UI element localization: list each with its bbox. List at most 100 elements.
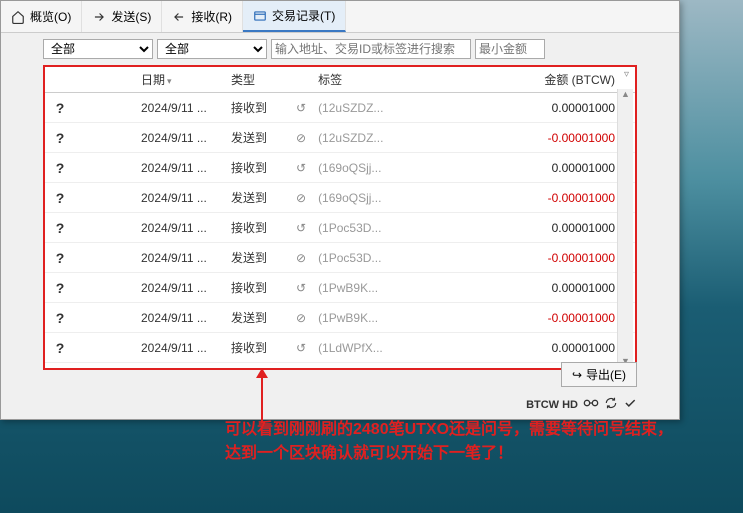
status-icon: ? — [45, 333, 75, 363]
tab-overview-label: 概览(O) — [30, 8, 71, 25]
header-label[interactable]: 标签 — [312, 67, 412, 93]
glasses-icon — [583, 398, 599, 411]
date-filter-select[interactable]: 全部 — [43, 39, 153, 59]
type-cell: 接收到 — [225, 333, 290, 363]
amount-cell: 0.00001000 — [412, 273, 635, 303]
amount-cell: 0.00001000 — [412, 333, 635, 363]
list-icon — [253, 9, 267, 23]
type-cell: 发送到 — [225, 243, 290, 273]
receive-icon — [172, 10, 186, 24]
label-cell: (1LdWPfX... — [312, 363, 412, 371]
home-icon — [11, 10, 25, 24]
empty-cell — [75, 243, 135, 273]
label-cell: (1Poc53D... — [312, 243, 412, 273]
type-cell: 接收到 — [225, 213, 290, 243]
date-cell: 2024/9/11 ... — [135, 123, 225, 153]
date-cell: 2024/9/11 ... — [135, 273, 225, 303]
main-toolbar: 概览(O) 发送(S) 接收(R) 交易记录(T) — [1, 1, 679, 33]
table-row[interactable]: ? 2024/9/11 ...发送到⊘(169oQSjj...-0.0000100… — [45, 183, 635, 213]
transactions-table: 日期▾ 类型 标签 金额 (BTCW)▿ ?2024/9/11 ...接收到↺(… — [45, 67, 635, 370]
header-type[interactable]: 类型 — [225, 67, 290, 93]
wallet-window: 概览(O) 发送(S) 接收(R) 交易记录(T) 全部 全部 — [0, 0, 680, 420]
empty-cell — [75, 273, 135, 303]
label-cell: (1LdWPfX... — [312, 333, 412, 363]
amount-cell: 0.00001000 — [412, 153, 635, 183]
table-row[interactable]: ?2024/9/11 ...发送到⊘(1Poc53D...-0.00001000 — [45, 243, 635, 273]
min-amount-input[interactable] — [475, 39, 545, 59]
table-row[interactable]: ?2024/9/11 ...接收到↺(1Poc53D...0.00001000 — [45, 213, 635, 243]
type-cell: 发送到 — [225, 183, 290, 213]
type-cell: 接收到 — [225, 93, 290, 123]
table-row[interactable]: ?2024/9/11 ...接收到↺(12uSZDZ...0.00001000 — [45, 93, 635, 123]
type-cell: 接收到 — [225, 153, 290, 183]
transactions-table-container: 日期▾ 类型 标签 金额 (BTCW)▿ ?2024/9/11 ...接收到↺(… — [43, 65, 637, 370]
date-cell: 2024/9/11 ... — [135, 303, 225, 333]
status-icon: ? — [45, 213, 75, 243]
amount-cell: -0.00001000 — [412, 243, 635, 273]
status-bar: BTCW HD — [526, 396, 637, 413]
status-icon: ? — [45, 123, 75, 153]
direction-icon: ⊘ — [290, 183, 312, 213]
empty-cell — [75, 153, 135, 183]
export-button[interactable]: ↪ 导出(E) — [561, 362, 637, 387]
direction-icon: ↺ — [290, 93, 312, 123]
label-cell: (1PwB9K... — [312, 273, 412, 303]
empty-cell — [75, 333, 135, 363]
label-cell: (1Poc53D... — [312, 213, 412, 243]
amount-cell: -0.00001000 — [412, 183, 635, 213]
tab-overview[interactable]: 概览(O) — [1, 1, 82, 32]
label-cell: (12uSZDZ... — [312, 123, 412, 153]
label-cell: (169oQSjj... — [312, 183, 412, 213]
date-cell: 2024/9/11 ... — [135, 213, 225, 243]
type-cell: 发送到 — [225, 303, 290, 333]
tab-send[interactable]: 发送(S) — [82, 1, 162, 32]
status-icon: ? — [45, 93, 75, 123]
table-row[interactable]: ?2024/9/11 ...接收到↺(1PwB9K...0.00001000 — [45, 273, 635, 303]
table-row[interactable]: ?2024/9/11 ...发送到⊘(12uSZDZ...-0.00001000 — [45, 123, 635, 153]
empty-cell — [75, 213, 135, 243]
date-cell: 2024/9/11 ... — [135, 153, 225, 183]
header-amount[interactable]: 金额 (BTCW)▿ — [412, 67, 635, 93]
sync-icon — [604, 396, 618, 413]
table-row[interactable]: ?2024/9/11 ...接收到↺(169oQSjj...0.00001000 — [45, 153, 635, 183]
export-label: 导出(E) — [586, 366, 626, 383]
empty-cell — [75, 123, 135, 153]
annotation-text: 可以看到刚刚刷的2480笔UTXO还是问号，需要等待问号结束，达到一个区块确认就… — [225, 418, 685, 466]
amount-cell: 0.00001000 — [412, 93, 635, 123]
direction-icon: ⊘ — [290, 243, 312, 273]
empty-cell — [75, 93, 135, 123]
type-filter-select[interactable]: 全部 — [157, 39, 267, 59]
tab-send-label: 发送(S) — [111, 8, 151, 25]
date-cell: 2024/9/11 ... — [135, 363, 225, 371]
direction-icon: ⊘ — [290, 363, 312, 371]
check-icon — [623, 396, 637, 413]
amount-cell: -0.00001000 — [412, 123, 635, 153]
tab-receive[interactable]: 接收(R) — [162, 1, 243, 32]
amount-cell: 0.00001000 — [412, 213, 635, 243]
search-input[interactable] — [271, 39, 471, 59]
status-icon: ? — [45, 273, 75, 303]
send-icon — [92, 10, 106, 24]
direction-icon: ⊘ — [290, 303, 312, 333]
tab-transactions[interactable]: 交易记录(T) — [243, 1, 346, 32]
table-row[interactable]: ?2024/9/11 ...发送到⊘(1PwB9K...-0.00001000 — [45, 303, 635, 333]
status-icon: ? — [45, 243, 75, 273]
date-cell: 2024/9/11 ... — [135, 183, 225, 213]
direction-icon: ↺ — [290, 153, 312, 183]
empty-cell — [75, 303, 135, 333]
status-icon: ? — [45, 183, 75, 213]
sort-icon: ▾ — [167, 76, 172, 86]
table-row[interactable]: ?2024/9/11 ...接收到↺(1LdWPfX...0.00001000 — [45, 333, 635, 363]
empty-cell — [75, 363, 135, 371]
label-cell: (1PwB9K... — [312, 303, 412, 333]
export-icon: ↪ — [572, 368, 582, 382]
header-date[interactable]: 日期▾ — [135, 67, 225, 93]
direction-icon: ↺ — [290, 273, 312, 303]
status-icon: ? — [45, 363, 75, 371]
scrollbar[interactable] — [617, 89, 633, 366]
type-cell: 发送到 — [225, 123, 290, 153]
empty-cell — [75, 183, 135, 213]
table-row[interactable]: ?2024/9/11 ...发送到⊘(1LdWPfX...-0.00001000 — [45, 363, 635, 371]
date-cell: 2024/9/11 ... — [135, 333, 225, 363]
dropdown-icon: ▿ — [624, 69, 629, 80]
